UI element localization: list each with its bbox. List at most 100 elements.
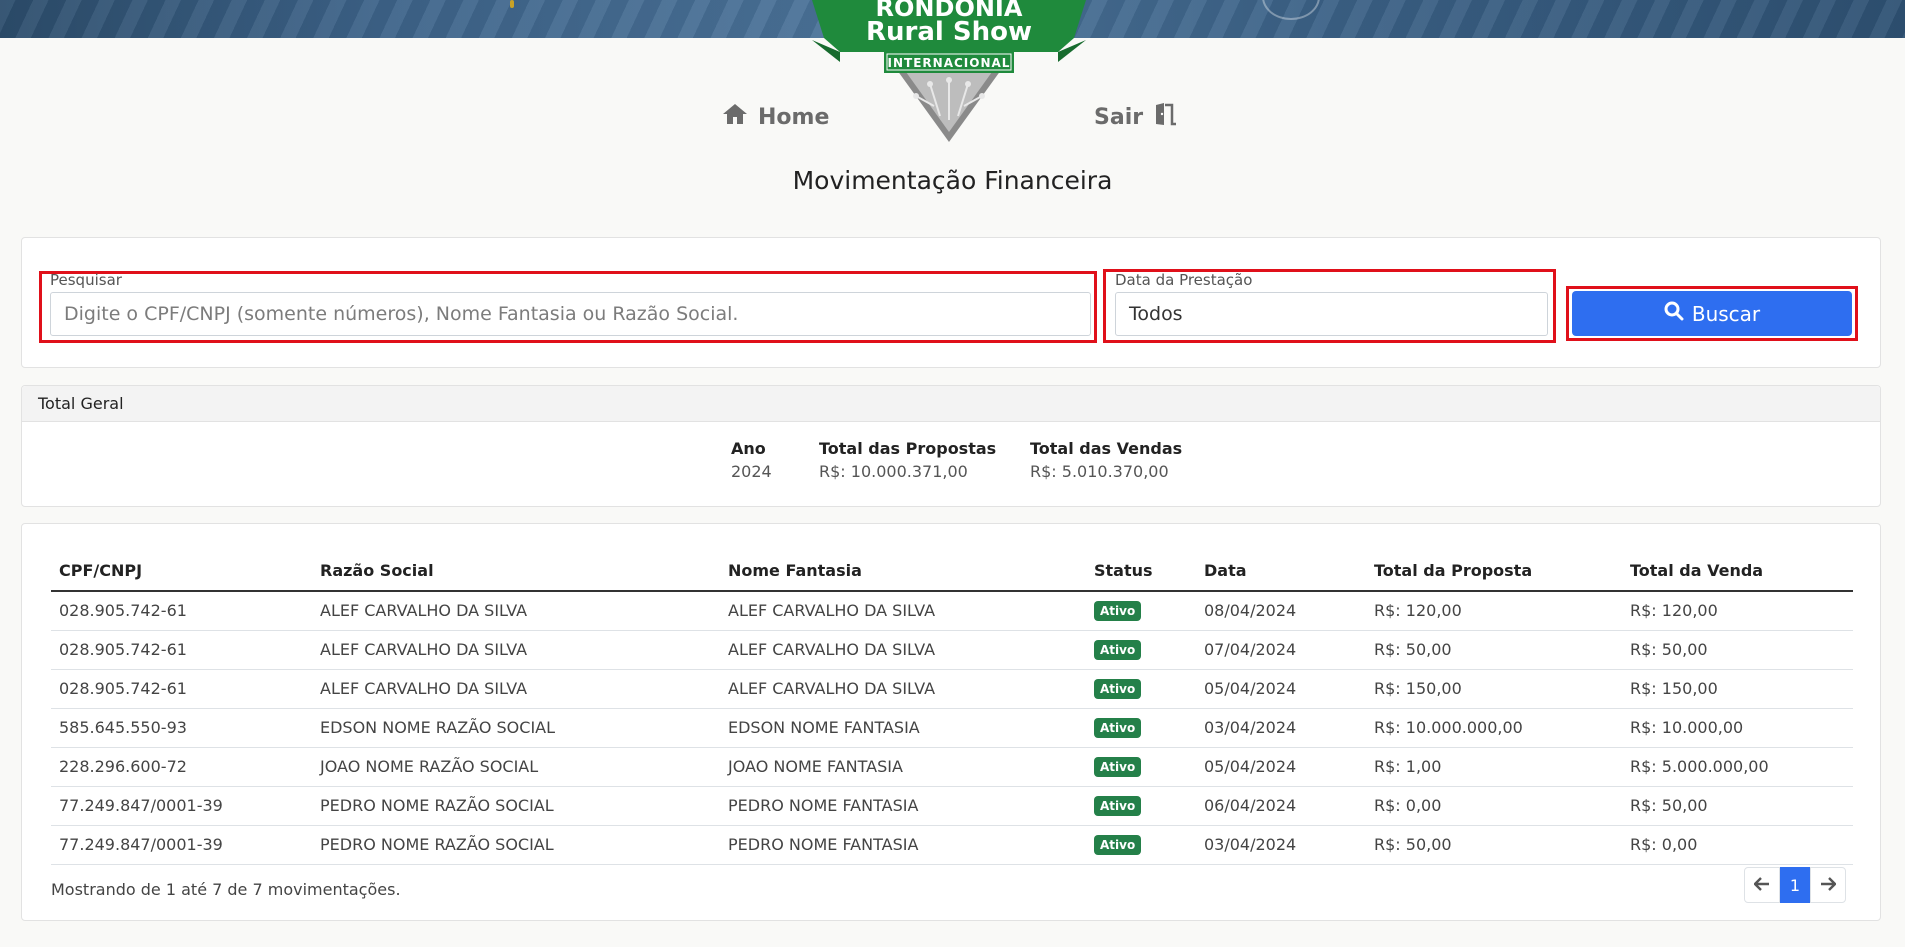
cell-razao-social: JOAO NOME RAZÃO SOCIAL — [312, 747, 720, 787]
stat-year-label: Ano — [731, 439, 766, 458]
cell-total-venda: R$: 5.000.000,00 — [1622, 747, 1853, 787]
table-row[interactable]: 028.905.742-61 ALEF CARVALHO DA SILVA AL… — [51, 630, 1853, 670]
totals-header: Total Geral — [22, 386, 1880, 422]
page-title: Movimentação Financeira — [792, 166, 1113, 195]
search-input[interactable]: Digite o CPF/CNPJ (somente números), Nom… — [50, 292, 1091, 336]
cell-nome-fantasia: ALEF CARVALHO DA SILVA — [720, 669, 1086, 709]
nav-home-label: Home — [758, 104, 830, 130]
stat-sales: Total das Vendas R$: 5.010.370,00 — [1030, 439, 1182, 481]
cell-date: 06/04/2024 — [1196, 786, 1366, 826]
cell-cpf: 77.249.847/0001-39 — [51, 825, 312, 865]
transactions-card: CPF/CNPJ Razão Social Nome Fantasia Stat… — [21, 523, 1881, 921]
column-header[interactable]: Razão Social — [312, 551, 720, 592]
cell-total-proposta: R$: 50,00 — [1366, 630, 1622, 670]
cell-status: Ativo — [1086, 786, 1196, 826]
table-row[interactable]: 028.905.742-61 ALEF CARVALHO DA SILVA AL… — [51, 669, 1853, 709]
nav-exit-link[interactable]: Sair — [1094, 102, 1177, 132]
nav-home-link[interactable]: Home — [722, 102, 829, 132]
transactions-table: CPF/CNPJ Razão Social Nome Fantasia Stat… — [51, 551, 1853, 865]
totals-card: Total Geral Ano 2024 Total das Propostas… — [21, 385, 1881, 507]
cell-total-venda: R$: 0,00 — [1622, 825, 1853, 865]
cell-razao-social: PEDRO NOME RAZÃO SOCIAL — [312, 786, 720, 826]
cell-nome-fantasia: ALEF CARVALHO DA SILVA — [720, 591, 1086, 631]
column-header[interactable]: Status — [1086, 551, 1196, 592]
table-row[interactable]: 77.249.847/0001-39 PEDRO NOME RAZÃO SOCI… — [51, 825, 1853, 865]
stat-sales-label: Total das Vendas — [1030, 439, 1183, 458]
home-icon — [722, 102, 748, 132]
stat-proposals: Total das Propostas R$: 10.000.371,00 — [819, 439, 996, 481]
banner-ornament — [510, 0, 514, 8]
cell-nome-fantasia: PEDRO NOME FANTASIA — [720, 786, 1086, 826]
search-button-label: Buscar — [1691, 301, 1761, 326]
cell-date: 03/04/2024 — [1196, 708, 1366, 748]
search-button[interactable]: Buscar — [1572, 291, 1852, 336]
stat-sales-value: R$: 5.010.370,00 — [1030, 462, 1169, 481]
cell-cpf: 028.905.742-61 — [51, 630, 312, 670]
status-badge: Ativo — [1094, 835, 1142, 855]
cell-total-proposta: R$: 10.000.000,00 — [1366, 708, 1622, 748]
cell-nome-fantasia: JOAO NOME FANTASIA — [720, 747, 1086, 787]
column-header[interactable]: Data — [1196, 551, 1366, 592]
date-select[interactable]: Todos — [1115, 292, 1548, 336]
column-header[interactable]: CPF/CNPJ — [51, 551, 312, 592]
cell-cpf: 77.249.847/0001-39 — [51, 786, 312, 826]
table-header-row: CPF/CNPJ Razão Social Nome Fantasia Stat… — [51, 551, 1853, 592]
status-badge: Ativo — [1094, 640, 1142, 660]
cell-razao-social: EDSON NOME RAZÃO SOCIAL — [312, 708, 720, 748]
status-badge: Ativo — [1094, 757, 1142, 777]
column-header[interactable]: Total da Proposta — [1366, 551, 1622, 592]
cell-date: 03/04/2024 — [1196, 825, 1366, 865]
cell-total-proposta: R$: 120,00 — [1366, 591, 1622, 631]
table-row[interactable]: 028.905.742-61 ALEF CARVALHO DA SILVA AL… — [51, 591, 1853, 631]
stat-year-value: 2024 — [731, 462, 772, 481]
cell-cpf: 028.905.742-61 — [51, 591, 312, 631]
cell-total-proposta: R$: 50,00 — [1366, 825, 1622, 865]
stat-year: Ano 2024 — [731, 439, 772, 481]
door-exit-icon — [1153, 102, 1177, 132]
cell-total-proposta: R$: 1,00 — [1366, 747, 1622, 787]
cell-razao-social: ALEF CARVALHO DA SILVA — [312, 669, 720, 709]
svg-text:Rural Show: Rural Show — [866, 17, 1032, 47]
status-badge: Ativo — [1094, 718, 1142, 738]
cell-status: Ativo — [1086, 591, 1196, 631]
rondonia-rural-show-logo: INTERNACIONAL RONDÔNIA Rural Show — [812, 0, 1086, 142]
cell-nome-fantasia: EDSON NOME FANTASIA — [720, 708, 1086, 748]
pagination-prev-button[interactable] — [1744, 867, 1780, 903]
cell-nome-fantasia: ALEF CARVALHO DA SILVA — [720, 630, 1086, 670]
column-header[interactable]: Total da Venda — [1622, 551, 1853, 592]
search-label: Pesquisar — [50, 271, 122, 289]
cell-status: Ativo — [1086, 669, 1196, 709]
pagination-summary: Mostrando de 1 até 7 de 7 movimentações. — [51, 880, 401, 899]
cell-status: Ativo — [1086, 630, 1196, 670]
cell-cpf: 228.296.600-72 — [51, 747, 312, 787]
arrow-right-icon — [1820, 876, 1837, 895]
cell-total-venda: R$: 50,00 — [1622, 630, 1853, 670]
cell-total-proposta: R$: 0,00 — [1366, 786, 1622, 826]
cell-status: Ativo — [1086, 708, 1196, 748]
table-row[interactable]: 585.645.550-93 EDSON NOME RAZÃO SOCIAL E… — [51, 708, 1853, 748]
cell-razao-social: ALEF CARVALHO DA SILVA — [312, 591, 720, 631]
cell-total-venda: R$: 120,00 — [1622, 591, 1853, 631]
svg-text:INTERNACIONAL: INTERNACIONAL — [888, 56, 1011, 70]
cell-status: Ativo — [1086, 747, 1196, 787]
cell-date: 07/04/2024 — [1196, 630, 1366, 670]
status-badge: Ativo — [1094, 679, 1142, 699]
cell-date: 05/04/2024 — [1196, 747, 1366, 787]
pagination: 1 — [1744, 867, 1846, 903]
column-header[interactable]: Nome Fantasia — [720, 551, 1086, 592]
date-label: Data da Prestação — [1115, 271, 1253, 289]
table-row[interactable]: 228.296.600-72 JOAO NOME RAZÃO SOCIAL JO… — [51, 747, 1853, 787]
pagination-page-button[interactable]: 1 — [1780, 867, 1810, 903]
cell-total-proposta: R$: 150,00 — [1366, 669, 1622, 709]
status-badge: Ativo — [1094, 601, 1142, 622]
nav-exit-label: Sair — [1094, 104, 1144, 130]
stat-proposals-label: Total das Propostas — [819, 439, 997, 458]
search-icon — [1664, 301, 1684, 326]
cell-razao-social: PEDRO NOME RAZÃO SOCIAL — [312, 825, 720, 865]
cell-status: Ativo — [1086, 825, 1196, 865]
table-row[interactable]: 77.249.847/0001-39 PEDRO NOME RAZÃO SOCI… — [51, 786, 1853, 826]
cell-date: 05/04/2024 — [1196, 669, 1366, 709]
pagination-next-button[interactable] — [1810, 867, 1846, 903]
cell-total-venda: R$: 150,00 — [1622, 669, 1853, 709]
cell-nome-fantasia: PEDRO NOME FANTASIA — [720, 825, 1086, 865]
